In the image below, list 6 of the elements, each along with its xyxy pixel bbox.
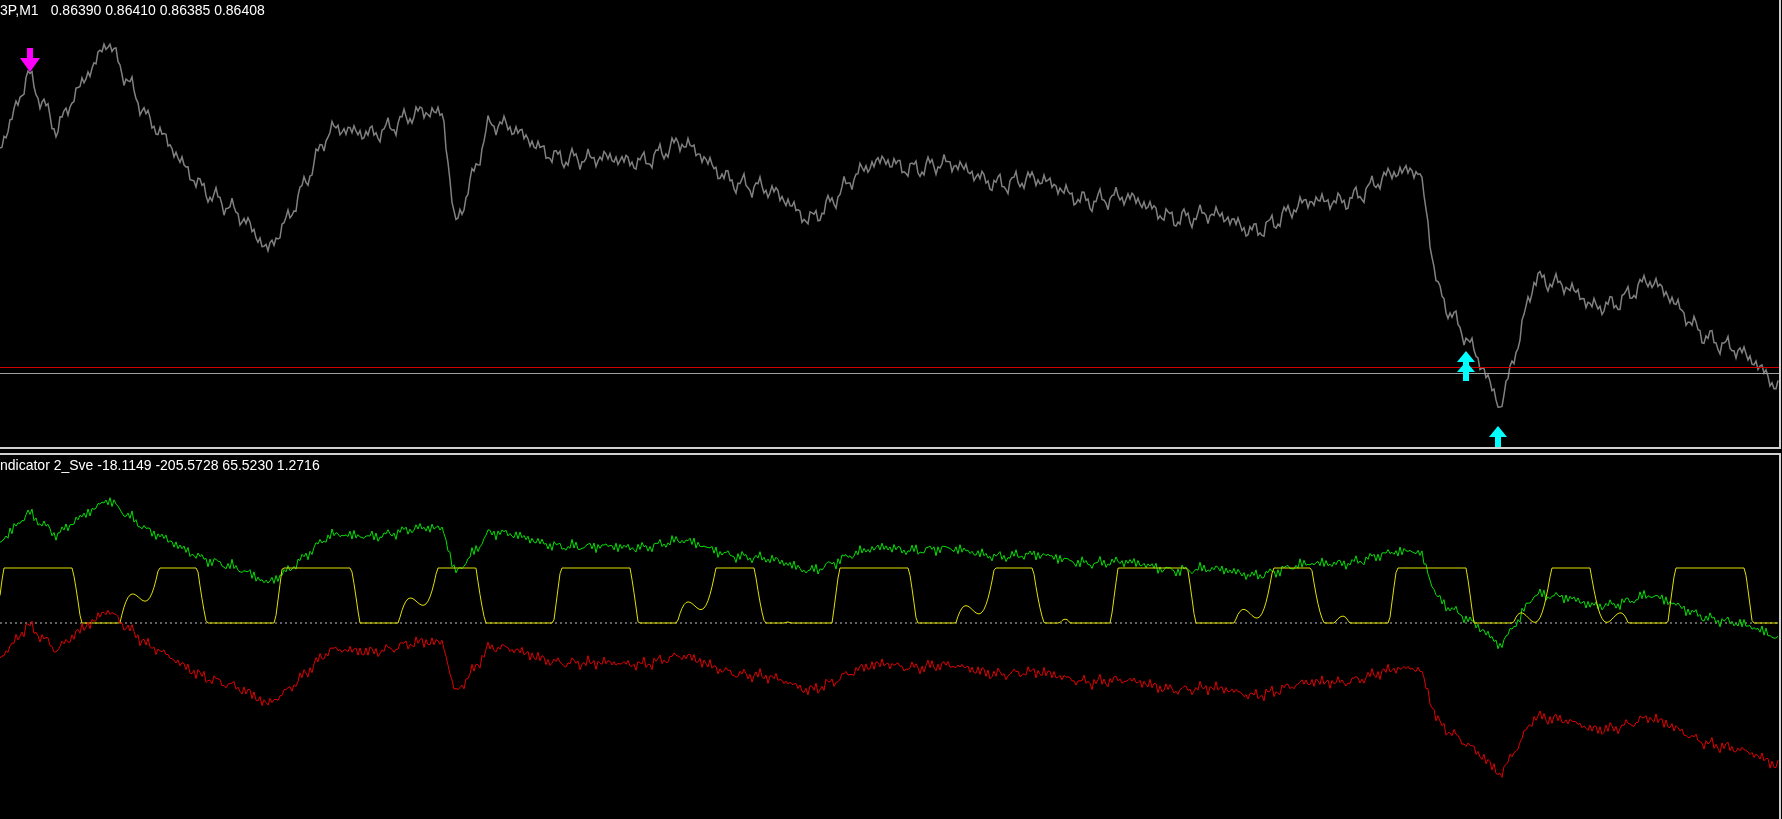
indicator-values: ndicator 2_Sve -18.1149 -205.5728 65.5230 1.2716: [0, 457, 320, 473]
arrow-up-icon: [1488, 426, 1508, 447]
chart-symbol: 3P,M1: [0, 2, 39, 18]
arrow-down-icon: [19, 48, 41, 72]
price-values: 0.86390 0.86410 0.86385 0.86408: [50, 2, 265, 18]
double-arrow-up-icon: [1456, 351, 1476, 381]
